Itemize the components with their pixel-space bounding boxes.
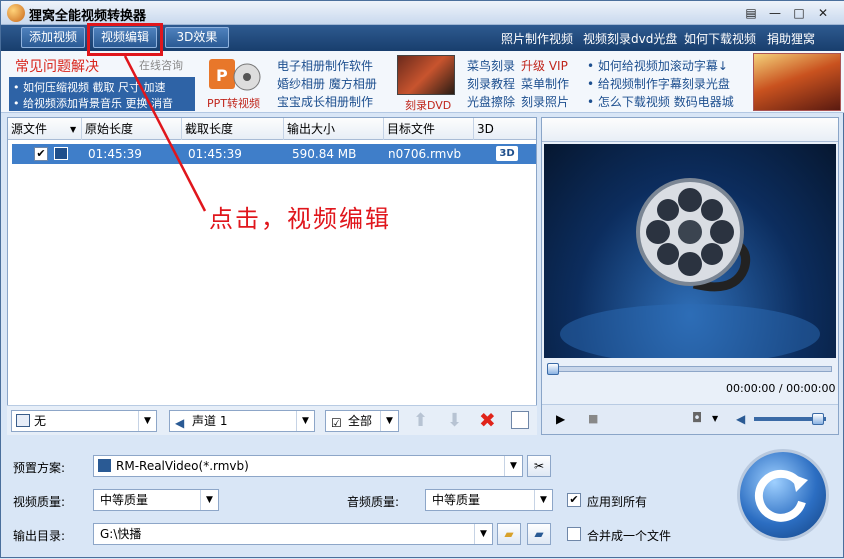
annotation-arrow [123,55,207,212]
annotation-text: 点击，视频编辑 [209,205,391,233]
main-window: 狸窝全能视频转换器 ▤ — □ ✕ 添加视频 视频编辑 3D效果 照片制作视频 … [0,0,844,558]
